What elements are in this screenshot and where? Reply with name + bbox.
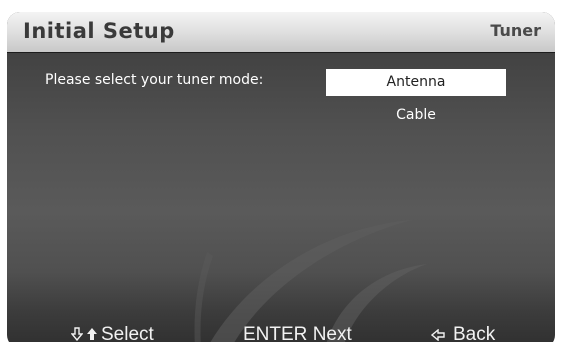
arrow-up-icon xyxy=(87,328,97,340)
back-hint-label: Back xyxy=(453,324,496,342)
setup-panel: Initial Setup Tuner Please select your t… xyxy=(7,12,555,342)
section-label: Tuner xyxy=(490,21,541,40)
option-antenna[interactable]: Antenna xyxy=(326,69,506,96)
option-cable[interactable]: Cable xyxy=(326,102,506,129)
arrow-left-icon xyxy=(431,329,445,341)
select-hint: Select xyxy=(71,324,154,342)
title-bar: Initial Setup Tuner xyxy=(7,12,555,53)
page-title: Initial Setup xyxy=(23,19,175,43)
next-hint: ENTER Next xyxy=(243,324,352,342)
footer-hints: Select ENTER Next Back xyxy=(7,316,555,342)
next-hint-label: Next xyxy=(312,324,352,342)
enter-key-label: ENTER xyxy=(243,324,308,342)
background-swoosh xyxy=(194,220,427,342)
back-hint: Back xyxy=(431,324,495,342)
tuner-mode-prompt: Please select your tuner mode: xyxy=(45,72,264,88)
tv-screen: Initial Setup Tuner Please select your t… xyxy=(0,0,561,342)
arrow-down-icon xyxy=(71,327,83,341)
select-hint-label: Select xyxy=(101,324,154,342)
